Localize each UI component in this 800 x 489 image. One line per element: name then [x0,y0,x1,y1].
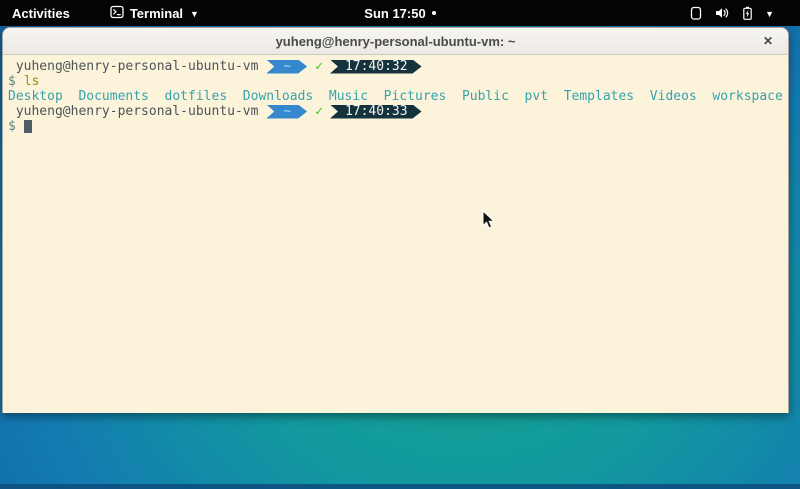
check-icon: ✓ [315,104,323,119]
system-status-area[interactable]: ▼ [689,0,774,26]
clock[interactable]: Sun 17:50 [364,6,425,21]
volume-icon [714,6,730,20]
command-text: ls [16,74,40,89]
terminal-icon [110,5,124,22]
chevron-down-icon: ▼ [765,9,774,19]
shell-prompt-symbol: $ [8,74,16,89]
input-line: $ [8,119,788,134]
app-menu-label: Terminal [130,6,183,21]
close-button[interactable]: ✕ [763,28,773,54]
top-bar: Activities Terminal ▼ Sun 17:50 [0,0,800,26]
window-titlebar[interactable]: yuheng@henry-personal-ubuntu-vm: ~ ✕ [3,28,788,55]
command-line: $ls [8,74,788,89]
close-icon: ✕ [763,34,773,48]
app-menu[interactable]: Terminal ▼ [110,0,199,26]
text-cursor-block [24,120,32,133]
prompt-user: yuheng@henry-personal-ubuntu-vm [8,104,266,119]
terminal-content[interactable]: yuheng@henry-personal-ubuntu-vm ~ ✓ 17:4… [3,55,788,413]
shell-prompt-symbol: $ [8,119,16,134]
desktop-bottom-edge [0,484,800,489]
prompt-path-segment: ~ [266,60,307,74]
prompt-line-2: yuheng@henry-personal-ubuntu-vm ~ ✓ 17:4… [8,104,788,119]
prompt-path-segment: ~ [266,105,307,119]
prompt-time-segment: 17:40:33 [330,105,422,119]
display-icon [689,6,703,21]
prompt-time-segment: 17:40:32 [330,60,422,74]
chevron-down-icon: ▼ [190,9,199,19]
notification-dot [432,11,436,15]
battery-charging-icon [741,6,754,21]
prompt-user: yuheng@henry-personal-ubuntu-vm [8,59,266,74]
prompt-line-1: yuheng@henry-personal-ubuntu-vm ~ ✓ 17:4… [8,59,788,74]
ls-output: Desktop Documents dotfiles Downloads Mus… [8,89,788,104]
terminal-window: yuheng@henry-personal-ubuntu-vm: ~ ✕ yuh… [2,27,789,413]
check-icon: ✓ [315,59,323,74]
window-title: yuheng@henry-personal-ubuntu-vm: ~ [276,34,516,49]
activities-button[interactable]: Activities [0,0,82,26]
